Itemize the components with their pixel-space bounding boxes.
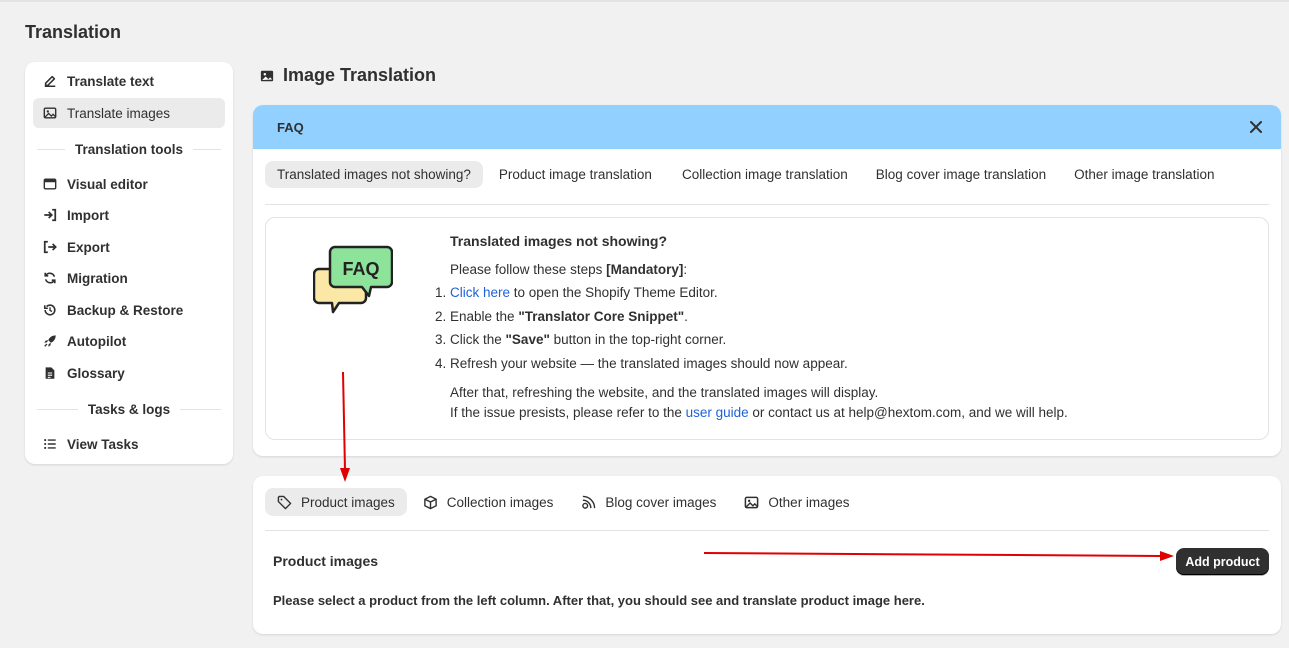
faq-after-text: After that, refreshing the website, and … bbox=[450, 383, 1250, 423]
top-border bbox=[0, 0, 1289, 2]
user-guide-link[interactable]: user guide bbox=[686, 405, 749, 420]
sidebar-item-autopilot[interactable]: Autopilot bbox=[33, 326, 225, 356]
faq-answer-text: Translated images not showing? Please fo… bbox=[435, 233, 1250, 423]
sidebar-item-label: Translate images bbox=[67, 105, 171, 121]
faq-tab-not-showing[interactable]: Translated images not showing? bbox=[265, 161, 483, 188]
sidebar-item-visual-editor[interactable]: Visual editor bbox=[33, 169, 225, 199]
sidebar-item-label: Migration bbox=[67, 270, 128, 286]
browser-window-icon bbox=[43, 177, 57, 191]
image-type-tabs: Product images Collection images Blog co… bbox=[265, 488, 865, 516]
sidebar-item-label: Export bbox=[67, 239, 110, 255]
page-title: Translation bbox=[25, 22, 122, 42]
tab-blog-cover-images[interactable]: Blog cover images bbox=[569, 488, 728, 516]
main-title-text: Image Translation bbox=[283, 65, 437, 85]
sidebar-item-label: Translate text bbox=[67, 73, 155, 89]
rocket-icon bbox=[43, 334, 57, 348]
import-icon bbox=[43, 208, 57, 222]
sidebar-item-view-tasks[interactable]: View Tasks bbox=[33, 429, 225, 459]
sidebar-item-translate-text[interactable]: Translate text bbox=[33, 66, 225, 96]
section-heading-tasks-logs: Tasks & logs bbox=[37, 402, 221, 417]
sidebar-item-label: Visual editor bbox=[67, 176, 148, 192]
image-icon bbox=[43, 106, 57, 120]
tab-label: Product images bbox=[301, 494, 395, 510]
faq-answer-panel: FAQ Translated images not showing? Pleas… bbox=[265, 217, 1269, 440]
export-icon bbox=[43, 240, 57, 254]
sidebar-item-export[interactable]: Export bbox=[33, 232, 225, 262]
sidebar-item-glossary[interactable]: Glossary bbox=[33, 358, 225, 388]
document-icon bbox=[43, 366, 57, 380]
sidebar-item-label: View Tasks bbox=[67, 436, 139, 452]
faq-after-line-1: After that, refreshing the website, and … bbox=[450, 385, 879, 400]
tag-icon bbox=[277, 495, 292, 509]
faq-tabs: Translated images not showing? Product i… bbox=[265, 161, 1230, 188]
tab-product-images[interactable]: Product images bbox=[265, 488, 407, 516]
sidebar-item-label: Backup & Restore bbox=[67, 302, 184, 318]
main-title: Image Translation bbox=[260, 65, 436, 86]
sidebar-item-translate-images[interactable]: Translate images bbox=[33, 98, 225, 128]
image-icon bbox=[745, 496, 759, 508]
faq-tab-other[interactable]: Other image translation bbox=[1062, 161, 1226, 188]
tab-label: Other images bbox=[768, 494, 850, 510]
faq-steps: 1. Click here to open the Shopify Theme E… bbox=[435, 285, 1250, 379]
faq-card: FAQ Translated images not showing? Produ… bbox=[253, 105, 1281, 456]
sidebar-item-label: Import bbox=[67, 207, 109, 223]
faq-illustration-text: FAQ bbox=[342, 259, 379, 279]
faq-step-2: 2. Enable the "Translator Core Snippet". bbox=[435, 308, 688, 324]
faq-after-line-2: If the issue presists, please refer to t… bbox=[450, 405, 1068, 420]
sync-icon bbox=[43, 271, 57, 285]
divider bbox=[265, 530, 1269, 531]
box-icon bbox=[423, 495, 437, 509]
add-product-button[interactable]: Add product bbox=[1176, 548, 1269, 575]
divider bbox=[265, 204, 1269, 205]
edit-icon bbox=[43, 74, 57, 88]
blog-icon bbox=[582, 495, 596, 509]
faq-tab-collection[interactable]: Collection image translation bbox=[670, 161, 860, 188]
faq-step-4: 4. Refresh your website — the translated … bbox=[435, 355, 848, 371]
faq-bubble-illustration: FAQ bbox=[313, 245, 393, 314]
product-images-title: Product images bbox=[273, 553, 379, 569]
faq-header-label: FAQ bbox=[277, 119, 304, 135]
tab-label: Collection images bbox=[446, 494, 554, 510]
sidebar-item-label: Glossary bbox=[67, 365, 125, 381]
faq-header: FAQ bbox=[253, 105, 1281, 149]
sidebar-item-label: Autopilot bbox=[67, 333, 127, 349]
product-images-hint: Please select a product from the left co… bbox=[273, 593, 925, 608]
sidebar: Translate text Translate images Translat… bbox=[25, 62, 233, 464]
images-card: Product images Collection images Blog co… bbox=[253, 476, 1281, 634]
history-icon bbox=[43, 303, 57, 317]
image-icon bbox=[260, 70, 274, 81]
faq-step-3: 3. Click the "Save" button in the top-rig… bbox=[435, 332, 727, 347]
sidebar-item-import[interactable]: Import bbox=[33, 200, 225, 230]
click-here-link[interactable]: Click here bbox=[450, 285, 510, 300]
faq-tab-blog-cover[interactable]: Blog cover image translation bbox=[864, 161, 1058, 188]
sidebar-item-migration[interactable]: Migration bbox=[33, 263, 225, 293]
list-icon bbox=[43, 437, 57, 451]
faq-tab-product[interactable]: Product image translation bbox=[487, 161, 664, 188]
sidebar-item-backup-restore[interactable]: Backup & Restore bbox=[33, 295, 225, 325]
faq-question: Translated images not showing? bbox=[450, 233, 668, 249]
tab-other-images[interactable]: Other images bbox=[732, 488, 861, 516]
faq-intro: Please follow these steps [Mandatory]: bbox=[450, 262, 688, 277]
tab-label: Blog cover images bbox=[605, 494, 717, 510]
tab-collection-images[interactable]: Collection images bbox=[411, 488, 566, 516]
section-heading-translation-tools: Translation tools bbox=[37, 142, 221, 157]
close-icon[interactable] bbox=[1249, 120, 1263, 134]
faq-step-1: 1. Click here to open the Shopify Theme E… bbox=[435, 285, 718, 300]
